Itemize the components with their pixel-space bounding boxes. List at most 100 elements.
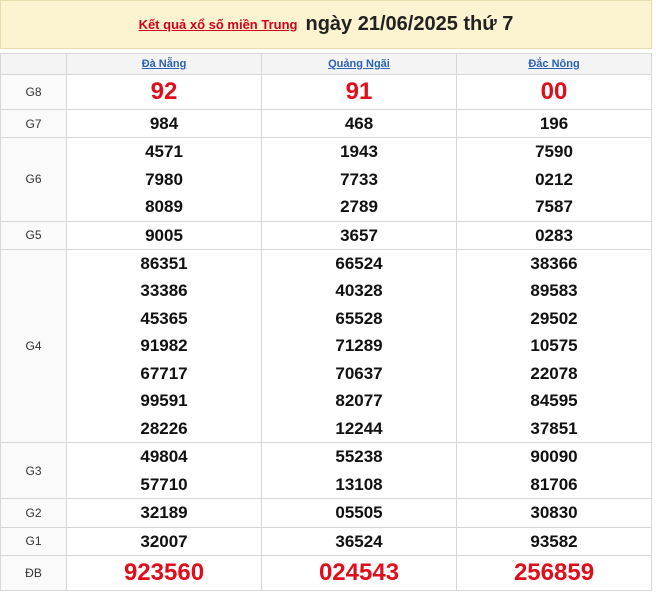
province-link-da-nang[interactable]: Đà Nẵng xyxy=(142,58,187,70)
prize-number: 196 xyxy=(539,114,569,133)
region-results-link[interactable]: Kết quả xổ số miền Trung xyxy=(139,17,298,32)
province-link-dac-nong[interactable]: Đắc Nông xyxy=(528,58,579,70)
prize-label: G3 xyxy=(0,442,67,499)
prize-cell: 196 xyxy=(456,109,652,138)
prize-number: 66524 xyxy=(335,253,383,273)
prize-row-g3: G3 49804 57710 55238 13108 90090 81706 xyxy=(0,442,652,499)
prize-number: 49804 xyxy=(140,447,188,466)
prize-cell: 024543 xyxy=(261,555,457,591)
prize-number: 36524 xyxy=(335,531,383,551)
prize-number: 93582 xyxy=(530,531,578,551)
province-header: Đà Nẵng xyxy=(66,53,262,75)
prize-cell: 30830 xyxy=(456,498,652,528)
prize-number: 4571 xyxy=(145,142,183,161)
prize-number: 86351 xyxy=(140,253,188,273)
prize-number: 0212 xyxy=(535,169,573,189)
prize-number: 984 xyxy=(149,114,179,133)
prize-label: G8 xyxy=(0,74,67,110)
prize-number: 256859 xyxy=(513,559,595,586)
prize-cell: 32189 xyxy=(66,498,262,528)
prize-cell: 55238 13108 xyxy=(261,442,457,499)
prize-number: 38366 xyxy=(530,253,578,273)
prize-number: 82077 xyxy=(335,391,383,410)
prize-number: 84595 xyxy=(530,391,578,410)
prize-number: 05505 xyxy=(335,503,383,522)
prize-cell: 91 xyxy=(261,74,457,110)
prize-cell: 36524 xyxy=(261,526,457,556)
prize-number: 67717 xyxy=(140,363,188,383)
prize-number: 7590 xyxy=(535,142,573,161)
prize-row-g7: G7 984 468 196 xyxy=(0,109,652,138)
prize-cell: 7590 0212 7587 xyxy=(456,137,652,222)
prize-number: 33386 xyxy=(140,281,188,300)
prize-cell: 92 xyxy=(66,74,262,110)
prize-cell: 90090 81706 xyxy=(456,442,652,499)
prize-label: G5 xyxy=(0,220,67,250)
prize-cell: 86351 33386 45365 91982 67717 99591 28226 xyxy=(66,248,262,443)
prize-column-header xyxy=(0,53,67,75)
prize-cell: 32007 xyxy=(66,526,262,556)
results-table: Đà Nẵng Quảng Ngãi Đắc Nông G8 92 91 00 G7 98… xyxy=(0,53,652,591)
prize-number: 40328 xyxy=(335,281,383,300)
prize-number: 1943 xyxy=(340,142,378,161)
prize-label: G1 xyxy=(0,526,67,556)
prize-cell: 66524 40328 65528 71289 70637 82077 12244 xyxy=(261,248,457,443)
title-bar: Kết quả xổ số miền Trung ngày 21/06/2025… xyxy=(0,0,652,49)
prize-row-g1: G1 32007 36524 93582 xyxy=(0,526,652,556)
prize-cell: 4571 7980 8089 xyxy=(66,137,262,222)
prize-number: 024543 xyxy=(318,559,400,586)
prize-number: 468 xyxy=(344,114,374,133)
prize-number: 81706 xyxy=(530,474,578,494)
prize-cell: 05505 xyxy=(261,498,457,528)
prize-number: 92 xyxy=(150,78,178,105)
prize-number: 8089 xyxy=(145,197,183,216)
province-link-quang-ngai[interactable]: Quảng Ngãi xyxy=(328,58,390,70)
prize-number: 22078 xyxy=(530,363,578,383)
prize-number: 2789 xyxy=(340,197,378,216)
prize-number: 7733 xyxy=(340,169,378,189)
prize-row-g8: G8 92 91 00 xyxy=(0,74,652,110)
prize-cell: 9005 xyxy=(66,220,262,250)
prize-number: 57710 xyxy=(140,474,188,494)
prize-cell: 468 xyxy=(261,109,457,138)
prize-row-db: ĐB 923560 024543 256859 xyxy=(0,555,652,591)
prize-number: 923560 xyxy=(123,559,205,586)
prize-label: G6 xyxy=(0,137,67,222)
prize-cell: 93582 xyxy=(456,526,652,556)
prize-row-g6: G6 4571 7980 8089 1943 7733 2789 7590 0212 7587 xyxy=(0,137,652,222)
prize-number: 70637 xyxy=(335,363,383,383)
prize-number: 55238 xyxy=(335,447,383,466)
prize-number: 9005 xyxy=(145,225,183,245)
prize-cell: 256859 xyxy=(456,555,652,591)
prize-number: 90090 xyxy=(530,447,578,466)
prize-number: 30830 xyxy=(530,503,578,522)
prize-cell: 0283 xyxy=(456,220,652,250)
prize-label: G4 xyxy=(0,248,67,443)
prize-number: 12244 xyxy=(335,418,383,438)
prize-number: 91982 xyxy=(140,336,188,355)
prize-cell: 984 xyxy=(66,109,262,138)
prize-cell: 923560 xyxy=(66,555,262,591)
prize-number: 0283 xyxy=(535,225,573,245)
province-header-row: Đà Nẵng Quảng Ngãi Đắc Nông xyxy=(0,53,652,75)
prize-label: G7 xyxy=(0,109,67,138)
prize-number: 00 xyxy=(540,78,568,105)
prize-number: 28226 xyxy=(140,418,188,438)
prize-number: 37851 xyxy=(530,418,578,438)
prize-cell: 00 xyxy=(456,74,652,110)
prize-number: 91 xyxy=(345,78,373,105)
prize-rows: G8 92 91 00 G7 984 468 196 G6 4571 7980 8089 1943 773… xyxy=(0,74,652,591)
province-header: Đắc Nông xyxy=(456,53,652,75)
draw-date-title: ngày 21/06/2025 thứ 7 xyxy=(305,13,514,35)
province-header: Quảng Ngãi xyxy=(261,53,457,75)
prize-number: 13108 xyxy=(335,474,383,494)
results-container: Kết quả xổ số miền Trung ngày 21/06/2025… xyxy=(0,0,652,591)
prize-number: 10575 xyxy=(530,336,578,355)
prize-row-g4: G4 86351 33386 45365 91982 67717 99591 28226 665… xyxy=(0,248,652,443)
prize-number: 45365 xyxy=(140,308,188,328)
prize-number: 32189 xyxy=(140,503,188,522)
prize-row-g2: G2 32189 05505 30830 xyxy=(0,498,652,528)
prize-number: 7980 xyxy=(145,169,183,189)
prize-cell: 49804 57710 xyxy=(66,442,262,499)
prize-number: 29502 xyxy=(530,308,578,328)
